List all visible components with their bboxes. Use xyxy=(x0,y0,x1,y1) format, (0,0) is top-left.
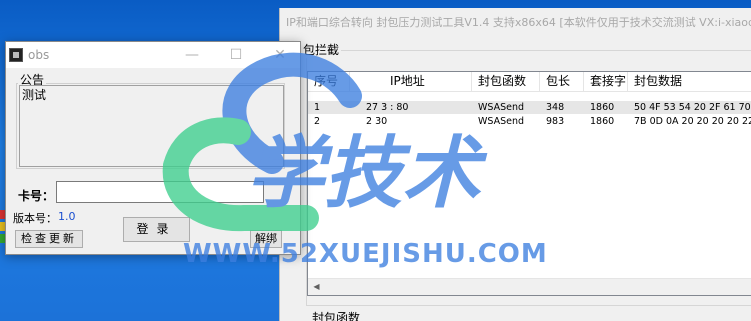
column-header-length[interactable]: 包长 xyxy=(540,72,584,92)
cell-length: 348 xyxy=(546,102,565,113)
cell-data: 50 4F 53 54 20 2F 61 70 69 xyxy=(634,102,751,113)
window-title: obs xyxy=(28,48,50,62)
close-button[interactable]: ✕ xyxy=(258,42,302,68)
minimize-button[interactable]: — xyxy=(170,42,214,68)
login-button[interactable]: 登录 xyxy=(123,217,190,242)
table-row[interactable]: 1 27 3 : 80 WSASend 348 1860 50 4F 53 54… xyxy=(308,101,751,114)
cell-data: 7B 0D 0A 20 20 20 20 22 64 xyxy=(634,116,751,127)
column-header-function[interactable]: 封包函数 xyxy=(472,72,540,92)
cell-length: 983 xyxy=(546,116,565,127)
window-title: IP和端口综合转向 封包压力测试工具V1.4 支持x86x64 [本软件仅用于技… xyxy=(286,16,751,29)
group-title-function: 封包函数 xyxy=(312,311,361,321)
cell-ip: 2 30 xyxy=(366,116,388,127)
app-icon xyxy=(9,48,23,62)
cell-function: WSASend xyxy=(478,116,525,127)
card-number-input[interactable] xyxy=(56,181,264,203)
horizontal-scrollbar[interactable]: ◀ xyxy=(308,278,751,295)
notice-textarea[interactable]: 测试 xyxy=(19,85,284,167)
maximize-button[interactable]: ☐ xyxy=(214,42,258,68)
packet-list[interactable]: 序号 IP地址 封包函数 包长 套接字 封包数据 1 27 3 : 80 WSA… xyxy=(307,71,751,296)
title-bar[interactable]: obs — ☐ ✕ xyxy=(6,42,300,68)
cell-function: WSASend xyxy=(478,102,525,113)
cell-index: 1 xyxy=(314,102,321,113)
cell-ip: 27 3 : 80 xyxy=(366,102,409,113)
column-header-index[interactable]: 序号 xyxy=(308,72,350,92)
packet-tool-window: IP和端口综合转向 封包压力测试工具V1.4 支持x86x64 [本软件仅用于技… xyxy=(279,8,751,321)
group-title: 包拦截 xyxy=(301,41,342,58)
column-header-data[interactable]: 封包数据 xyxy=(628,72,751,92)
list-header: 序号 IP地址 封包函数 包长 套接字 封包数据 xyxy=(308,72,751,92)
scroll-left-icon[interactable]: ◀ xyxy=(308,279,325,295)
cell-socket: 1860 xyxy=(590,116,615,127)
cell-index: 2 xyxy=(314,116,321,127)
unbind-button[interactable]: 解绑 xyxy=(250,230,282,248)
check-update-button[interactable]: 检查更新 xyxy=(15,230,83,248)
table-row[interactable]: 2 2 30 WSASend 983 1860 7B 0D 0A 20 20 2… xyxy=(308,115,751,128)
column-header-socket[interactable]: 套接字 xyxy=(584,72,628,92)
column-header-ip[interactable]: IP地址 xyxy=(350,72,472,92)
version-label: 版本号： xyxy=(13,212,57,225)
login-window: obs — ☐ ✕ 公告 测试 卡号： 版本号： 1.0 检查更新 登录 解绑 xyxy=(5,41,301,255)
version-value: 1.0 xyxy=(58,210,76,223)
card-label: 卡号： xyxy=(18,189,55,203)
cell-socket: 1860 xyxy=(590,102,615,113)
